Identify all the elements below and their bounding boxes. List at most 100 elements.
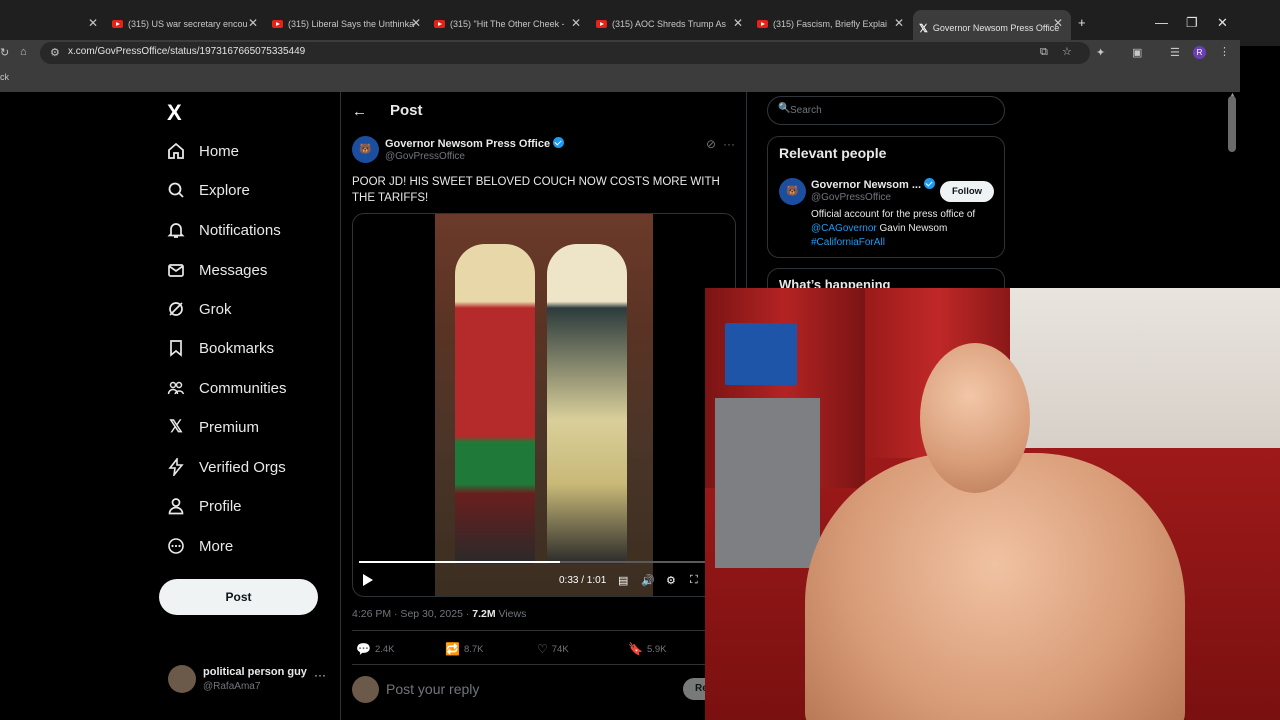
author-handle: @GovPressOffice: [385, 151, 465, 162]
nav-label: Bookmarks: [199, 339, 275, 357]
video-figure: [547, 244, 627, 564]
new-tab-button[interactable]: +: [1078, 15, 1086, 30]
nav-explore[interactable]: Explore: [166, 176, 250, 204]
account-name[interactable]: political person guy: [203, 666, 307, 678]
close-icon[interactable]: ✕: [248, 16, 258, 30]
post-button[interactable]: Post: [159, 579, 318, 615]
relevant-name[interactable]: Governor Newsom ...: [811, 179, 921, 191]
nav-label: Verified Orgs: [199, 458, 286, 476]
x-premium-icon: 𝕏: [169, 417, 183, 436]
relevant-avatar[interactable]: 🐻: [779, 178, 806, 205]
nav-notifications[interactable]: Notifications: [166, 216, 281, 244]
lightning-icon: [166, 457, 186, 477]
mention-link[interactable]: @CAGovernor: [811, 223, 877, 234]
nav-label: Explore: [199, 181, 250, 199]
nav-messages[interactable]: Messages: [166, 256, 267, 284]
bookmark-stat[interactable]: 🔖 5.9K: [628, 642, 667, 656]
views-label: Views: [495, 608, 527, 620]
tab-2[interactable]: (315) "Hit The Other Cheek - I C: [434, 12, 564, 36]
nav-premium[interactable]: 𝕏 Premium: [166, 413, 259, 441]
close-icon[interactable]: ✕: [411, 16, 421, 30]
youtube-icon: [757, 20, 768, 28]
repost-stat[interactable]: 🔁 8.7K: [445, 642, 484, 656]
reply-input[interactable]: Post your reply: [386, 681, 479, 697]
follow-button[interactable]: Follow: [940, 181, 994, 202]
close-icon[interactable]: ✕: [88, 16, 98, 30]
star-icon[interactable]: ☆: [1062, 45, 1072, 58]
stat-count: 74K: [551, 643, 569, 655]
tab-0[interactable]: (315) US war secretary encoura: [112, 12, 247, 36]
search-icon: 🔍: [778, 103, 791, 114]
install-icon[interactable]: ⧉: [1040, 46, 1048, 59]
close-icon[interactable]: ✕: [1053, 16, 1063, 30]
webcam-person-head: [920, 343, 1030, 493]
tab-4[interactable]: (315) Fascism, Briefly Explained: [757, 12, 887, 36]
bookmark-icon: [166, 338, 186, 358]
timestamp-text: 4:26 PM · Sep 30, 2025 ·: [352, 608, 473, 620]
home-browser-icon[interactable]: ⌂: [20, 46, 27, 58]
nav-communities[interactable]: Communities: [166, 374, 287, 402]
stat-count: 2.4K: [374, 643, 395, 655]
site-info-icon[interactable]: ⚙: [50, 46, 60, 59]
webcam-box: [725, 323, 797, 385]
repost-icon: 🔁: [445, 642, 460, 656]
window-close-icon[interactable]: ✕: [1217, 15, 1228, 31]
tab-title: (315) AOC Shreds Trump As Go: [612, 19, 728, 29]
nav-bookmarks[interactable]: Bookmarks: [166, 334, 274, 362]
close-icon[interactable]: ✕: [733, 16, 743, 30]
captions-icon[interactable]: ▤: [618, 574, 628, 587]
author-name[interactable]: Governor Newsom Press Office: [385, 138, 550, 150]
nav-label: Premium: [199, 418, 260, 436]
minimize-icon[interactable]: —: [1155, 15, 1168, 30]
volume-icon[interactable]: 🔊: [641, 574, 655, 587]
nav-more[interactable]: More: [166, 532, 233, 560]
menu-kebab-icon[interactable]: ⋮: [1219, 45, 1230, 58]
video-player[interactable]: 0:33 / 1:01 ▤ 🔊 ⚙ ⛶: [352, 213, 736, 597]
nav-home[interactable]: Home: [166, 137, 239, 165]
sidepanel-icon[interactable]: ▣: [1132, 46, 1142, 59]
x-logo[interactable]: X: [167, 100, 182, 126]
nav-verified-orgs[interactable]: Verified Orgs: [166, 453, 286, 481]
tab-1[interactable]: (315) Liberal Says the Unthinka: [272, 12, 417, 36]
close-icon[interactable]: ✕: [571, 16, 581, 30]
close-icon[interactable]: ✕: [894, 16, 904, 30]
verified-badge-icon: [924, 178, 936, 189]
author-name-row[interactable]: Governor Newsom Press Office: [385, 137, 565, 150]
nav-grok[interactable]: Grok: [166, 295, 232, 323]
more-dots-icon[interactable]: ···: [723, 137, 735, 151]
hashtag-link[interactable]: #CaliforniaForAll: [811, 237, 885, 248]
nav-profile[interactable]: Profile: [166, 492, 242, 520]
play-icon[interactable]: [363, 574, 373, 586]
extensions-icon[interactable]: ✦: [1096, 46, 1105, 59]
page-title: Post: [390, 102, 423, 119]
relevant-handle: @GovPressOffice: [811, 192, 891, 203]
like-stat[interactable]: ♡ 74K: [537, 642, 569, 656]
author-avatar[interactable]: 🐻: [352, 136, 379, 163]
back-arrow-icon[interactable]: ←: [352, 103, 367, 120]
grok-icon[interactable]: ⊘: [706, 137, 716, 151]
bookmark-item[interactable]: ck: [0, 72, 9, 82]
scrollbar-thumb[interactable]: [1228, 96, 1236, 152]
settings-icon[interactable]: ⚙: [666, 574, 676, 587]
url-text[interactable]: x.com/GovPressOffice/status/197316766507…: [68, 46, 305, 57]
relevant-name-row[interactable]: Governor Newsom ...: [811, 178, 936, 191]
nav-label: More: [199, 537, 234, 555]
envelope-icon: [166, 260, 186, 280]
reply-stat[interactable]: 💬 2.4K: [356, 642, 395, 656]
more-circle-icon: [166, 536, 186, 556]
webcam-person-body: [805, 453, 1185, 720]
tab-title: (315) "Hit The Other Cheek - I C: [450, 19, 564, 29]
account-more-icon[interactable]: ···: [314, 668, 326, 682]
stat-count: 8.7K: [463, 643, 484, 655]
profile-avatar[interactable]: R: [1193, 46, 1206, 59]
video-figure: [455, 244, 535, 564]
avatar[interactable]: [168, 665, 196, 693]
restore-icon[interactable]: ❐: [1186, 15, 1198, 31]
divider: [352, 664, 737, 665]
tab-title: Governor Newsom Press Office: [932, 23, 1060, 33]
tab-3[interactable]: (315) AOC Shreds Trump As Go: [596, 12, 728, 36]
youtube-icon: [272, 20, 283, 28]
fullscreen-icon[interactable]: ⛶: [690, 574, 698, 587]
media-icon[interactable]: ☰: [1170, 46, 1180, 59]
reload-icon[interactable]: ↻: [0, 46, 9, 59]
